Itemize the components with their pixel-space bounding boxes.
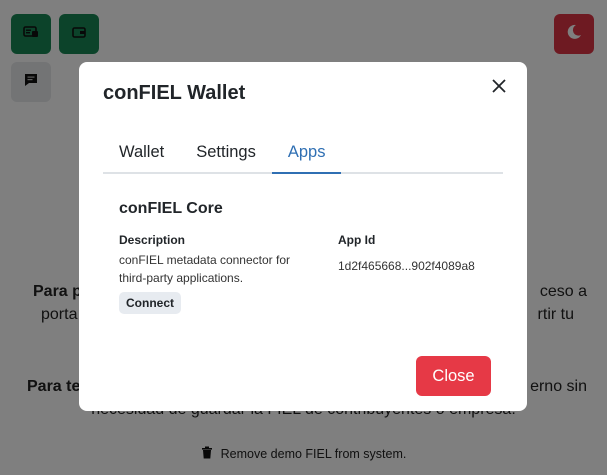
description-value: conFIEL metadata connector for third-par… [119,253,290,285]
connect-button[interactable]: Connect [119,292,181,314]
description-label: Description [119,233,186,247]
app-id-value: 1d2f465668...902f4089a8 [338,259,475,273]
wallet-modal: conFIEL Wallet Wallet Settings Apps conF… [79,62,527,411]
app-id-section: App Id 1d2f465668...902f4089a8 [338,233,508,275]
tab-wallet[interactable]: Wallet [103,132,180,174]
app-name: conFIEL Core [119,200,223,217]
modal-close-button[interactable] [489,78,509,98]
description-section: Description conFIEL metadata connector f… [119,233,319,287]
tab-settings[interactable]: Settings [180,132,272,174]
close-button[interactable]: Close [416,356,491,396]
tab-apps[interactable]: Apps [271,132,342,174]
app-card: conFIEL Core Description conFIEL metadat… [119,200,503,314]
modal-tabs: Wallet Settings Apps [103,132,503,174]
close-icon [492,78,506,98]
modal-title: conFIEL Wallet [103,82,246,104]
app-id-label: App Id [338,233,376,247]
